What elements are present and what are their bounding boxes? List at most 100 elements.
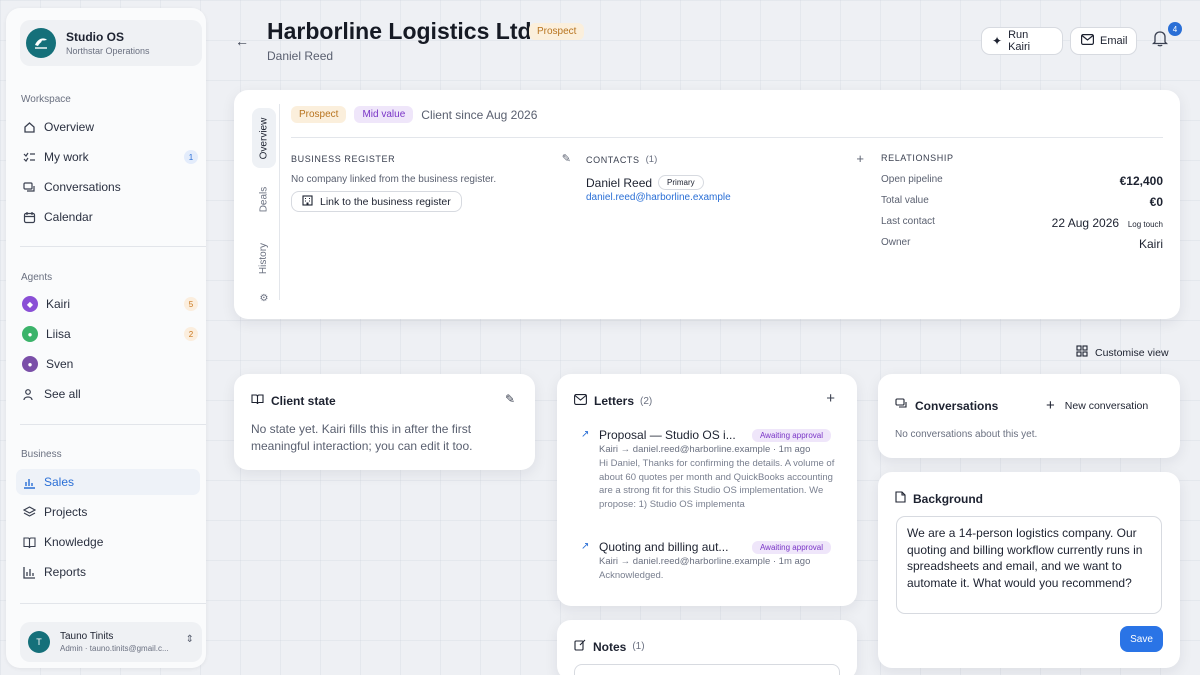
relationship-section: RELATIONSHIP Open pipeline €12,400 Total… [881, 153, 1163, 258]
run-kairi-button[interactable]: ✦ Run Kairi [981, 27, 1063, 55]
contacts-section: CONTACTS (1) + Daniel Reed Primary danie… [586, 151, 864, 203]
tab-overview[interactable]: Overview [252, 108, 276, 168]
brand-logo-icon [26, 28, 56, 58]
agent-liisa[interactable]: ● Liisa 2 [16, 321, 200, 347]
customise-view-label: Customise view [1095, 346, 1169, 359]
edit-pencil-icon[interactable]: ✎ [562, 152, 571, 165]
open-pipeline-value: €12,400 [1119, 174, 1163, 188]
nav-calendar[interactable]: Calendar [16, 204, 200, 230]
letter-subject: Proposal — Studio OS i... [599, 428, 736, 442]
mail-icon [1081, 34, 1095, 48]
letter-item[interactable]: ↗ Proposal — Studio OS i... Awaiting app… [581, 428, 841, 511]
owner-row: Owner Kairi [881, 237, 1163, 251]
letter-meta: Kairi → daniel.reed@harborline.example ·… [599, 444, 811, 455]
log-touch-button[interactable]: Log touch [1128, 220, 1163, 229]
nav-projects-label: Projects [44, 505, 88, 519]
nav-knowledge-label: Knowledge [44, 535, 104, 549]
add-contact-plus-icon[interactable]: + [856, 151, 864, 166]
owner-label: Owner [881, 237, 911, 248]
conversations-empty: No conversations about this yet. [895, 429, 1038, 440]
notes-card: Notes (1) [557, 620, 857, 675]
background-card: Background We are a 14-person logistics … [878, 472, 1180, 668]
letters-card: Letters (2) + ↗ Proposal — Studio OS i..… [557, 374, 857, 606]
nav-reports[interactable]: Reports [16, 559, 200, 585]
nav-sales[interactable]: Sales [16, 469, 200, 495]
workspace-switcher[interactable]: Studio OS Northstar Operations [20, 20, 202, 66]
notes-count: (1) [632, 641, 645, 652]
business-register-empty: No company linked from the business regi… [291, 174, 497, 185]
liisa-avatar-icon: ● [22, 326, 38, 342]
background-textarea[interactable]: We are a 14-person logistics company. Ou… [896, 516, 1162, 614]
brand-subtitle: Northstar Operations [66, 46, 150, 56]
prospect-pill: Prospect [291, 106, 347, 123]
building-icon [302, 194, 313, 209]
tab-overview-label: Overview [258, 117, 270, 159]
grid-icon [1076, 345, 1088, 360]
client-state-body: No state yet. Kairi fills this in after … [251, 422, 473, 453]
nav-overview-label: Overview [44, 120, 95, 134]
outgoing-arrow-icon: ↗ [581, 429, 590, 440]
business-section-label: Business [21, 449, 62, 460]
client-since: Client since Aug 2026 [421, 107, 538, 122]
edit-pencil-icon[interactable]: ✎ [505, 392, 515, 406]
user-menu[interactable]: T Tauno Tinits Admin · tauno.tinits@gmai… [20, 622, 202, 662]
chat-icon [22, 180, 36, 194]
customise-view-button[interactable]: Customise view [1076, 345, 1169, 360]
email-label: Email [1100, 35, 1128, 47]
tab-settings-sliders-icon[interactable]: ⚙ [252, 290, 276, 306]
my-work-count-badge: 1 [184, 150, 198, 164]
agent-kairi-label: Kairi [46, 297, 71, 311]
note-edit-icon [574, 639, 586, 654]
open-pipeline-label: Open pipeline [881, 174, 943, 185]
nav-overview[interactable]: Overview [16, 114, 200, 140]
link-business-register-button[interactable]: Link to the business register [291, 191, 462, 212]
letters-count: (2) [640, 395, 653, 407]
notes-title: Notes [593, 639, 627, 654]
nav-projects[interactable]: Projects [16, 499, 200, 525]
agent-sven[interactable]: ● Sven [16, 351, 200, 377]
new-conversation-button[interactable]: + New conversation [1046, 397, 1148, 414]
sidebar: Studio OS Northstar Operations Workspace… [6, 8, 206, 668]
add-letter-plus-icon[interactable]: + [826, 390, 835, 407]
divider [291, 137, 1163, 138]
nav-my-work[interactable]: My work 1 [16, 144, 200, 170]
agent-kairi[interactable]: ◆ Kairi 5 [16, 291, 200, 317]
status-badge-label: Prospect [529, 23, 585, 40]
sidebar-divider [20, 246, 206, 247]
tab-history-label: History [258, 242, 270, 274]
bar-chart-icon [22, 565, 36, 579]
nav-conversations[interactable]: Conversations [16, 174, 200, 200]
back-arrow-icon[interactable]: ← [235, 33, 249, 49]
letter-preview: Acknowledged. [599, 570, 664, 581]
letter-status-badge: Awaiting approval [751, 540, 831, 554]
tab-deals[interactable]: Deals [252, 174, 276, 224]
business-register-title: BUSINESS REGISTER [291, 154, 396, 164]
sidebar-divider [20, 603, 206, 604]
last-contact-label: Last contact [881, 216, 935, 227]
owner-value: Kairi [1138, 237, 1163, 251]
note-input[interactable] [574, 664, 840, 675]
contact-email-link[interactable]: daniel.reed@harborline.example [586, 192, 864, 203]
user-name: Tauno Tinits [60, 631, 114, 642]
tab-history[interactable]: History [252, 230, 276, 286]
contacts-title: CONTACTS [586, 154, 640, 165]
sidebar-divider [20, 424, 206, 425]
sparkle-icon: ✦ [992, 34, 1003, 48]
chart-icon [22, 475, 36, 489]
email-button[interactable]: Email [1070, 27, 1137, 55]
relationship-title: RELATIONSHIP [881, 153, 954, 163]
letter-preview: Hi Daniel, Thanks for confirming the det… [599, 458, 835, 510]
nav-knowledge[interactable]: Knowledge [16, 529, 200, 555]
last-contact-row: Last contact 22 Aug 2026 Log touch [881, 216, 1163, 230]
checklist-icon [22, 150, 36, 164]
bell-icon[interactable] [1151, 30, 1169, 52]
overview-card: Overview Deals History ⚙ Prospect Mid va… [234, 90, 1180, 319]
letter-item[interactable]: ↗ Quoting and billing aut... Awaiting ap… [581, 540, 841, 583]
letters-title: Letters [594, 394, 635, 408]
letter-subject: Quoting and billing aut... [599, 540, 729, 554]
save-button[interactable]: Save [1120, 626, 1163, 652]
contact-name[interactable]: Daniel Reed [586, 176, 652, 190]
see-all-agents-link[interactable]: See all [16, 381, 200, 407]
link-business-register-label: Link to the business register [320, 195, 451, 208]
contacts-count: (1) [645, 154, 658, 165]
